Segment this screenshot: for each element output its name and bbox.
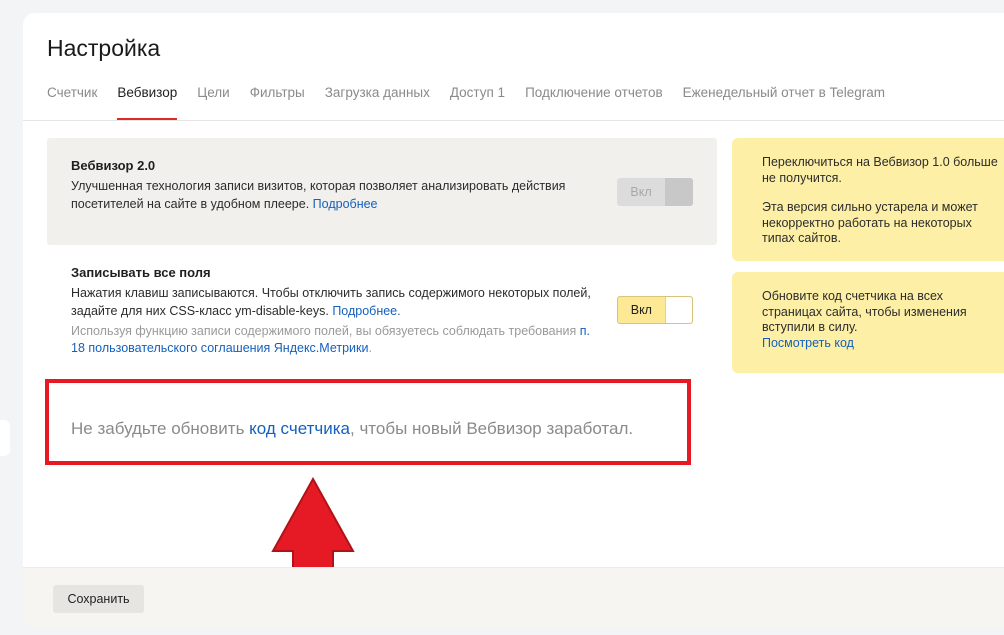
update-reminder-suffix: , чтобы новый Вебвизор заработал. xyxy=(350,419,634,438)
tab-webvisor[interactable]: Вебвизор xyxy=(117,85,177,120)
tab-telegram-report[interactable]: Еженедельный отчет в Telegram xyxy=(683,85,885,120)
webvisor2-more-link[interactable]: Подробнее xyxy=(313,197,378,211)
tab-divider xyxy=(23,120,1004,121)
webvisor2-toggle[interactable]: Вкл xyxy=(617,178,693,206)
sidebar-update-text: Обновите код счетчика на всех страницах … xyxy=(762,289,967,334)
update-reminder-prefix: Не забудьте обновить xyxy=(71,419,245,438)
update-reminder: Не забудьте обновить код счетчика, чтобы… xyxy=(71,419,633,439)
tab-access[interactable]: Доступ 1 xyxy=(450,85,505,120)
webvisor2-description: Улучшенная технология записи визитов, ко… xyxy=(71,177,591,213)
tab-data-upload[interactable]: Загрузка данных xyxy=(325,85,430,120)
left-edge-stub xyxy=(0,420,10,456)
tab-filters[interactable]: Фильтры xyxy=(250,85,305,120)
webvisor2-toggle-label: Вкл xyxy=(630,185,652,199)
sidebar-update-card: Обновите код счетчика на всех страницах … xyxy=(732,272,1004,373)
view-code-link[interactable]: Посмотреть код xyxy=(762,336,1002,352)
record-fields-toggle-knob xyxy=(664,297,692,323)
settings-panel: Настройка Счетчик Вебвизор Цели Фильтры … xyxy=(23,13,1004,627)
tab-goals[interactable]: Цели xyxy=(197,85,229,120)
tab-counter[interactable]: Счетчик xyxy=(47,85,97,120)
webvisor2-title: Вебвизор 2.0 xyxy=(71,158,156,173)
sidebar-warning-line1: Переключиться на Вебвизор 1.0 больше не … xyxy=(762,155,998,185)
webvisor2-toggle-knob xyxy=(665,178,693,206)
record-fields-toggle-label: Вкл xyxy=(630,303,652,317)
webvisor2-card: Вебвизор 2.0 Улучшенная технология запис… xyxy=(47,138,717,245)
record-fields-notice-text: Используя функцию записи содержимого пол… xyxy=(71,324,577,338)
record-fields-description-text: Нажатия клавиш записываются. Чтобы отклю… xyxy=(71,286,591,318)
record-fields-description: Нажатия клавиш записываются. Чтобы отклю… xyxy=(71,284,591,320)
page-title: Настройка xyxy=(47,35,161,61)
sidebar-warning-card: Переключиться на Вебвизор 1.0 больше не … xyxy=(732,138,1004,261)
sidebar-warning-line2: Эта версия сильно устарела и может некор… xyxy=(762,200,978,245)
save-button[interactable]: Сохранить xyxy=(53,585,144,613)
tab-report-connection[interactable]: Подключение отчетов xyxy=(525,85,663,120)
tab-bar: Счетчик Вебвизор Цели Фильтры Загрузка д… xyxy=(47,85,905,120)
counter-code-link[interactable]: код счетчика xyxy=(249,419,350,438)
record-fields-toggle[interactable]: Вкл xyxy=(617,296,693,324)
footer: Сохранить xyxy=(23,567,1004,627)
record-fields-notice-suffix: . xyxy=(368,341,372,355)
record-fields-more-link[interactable]: Подробнее. xyxy=(332,304,400,318)
record-fields-notice: Используя функцию записи содержимого пол… xyxy=(71,323,591,357)
record-fields-title: Записывать все поля xyxy=(71,265,211,280)
